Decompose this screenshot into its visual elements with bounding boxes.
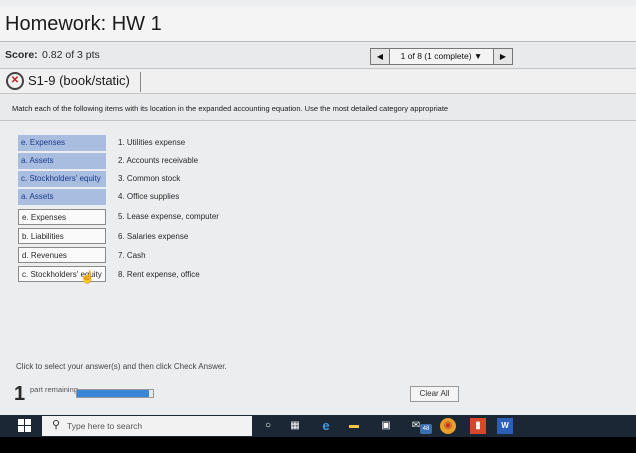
taskbar-search-placeholder: Type here to search — [67, 421, 143, 431]
question-id: S1-9 (book/static) — [28, 73, 130, 88]
file-explorer-grid-icon[interactable]: ▦ — [287, 418, 303, 434]
page-title: Homework: HW 1 — [5, 13, 162, 35]
parts-remaining-label: part remaining — [30, 385, 78, 394]
word-icon[interactable]: W — [497, 418, 513, 434]
store-icon[interactable]: ▣ — [378, 418, 394, 434]
answer-select-6[interactable]: b. Liabilities — [18, 228, 106, 244]
chrome-icon[interactable]: ◉ — [440, 418, 456, 434]
score-bar: Score: 0.82 of 3 pts — [0, 43, 636, 69]
question-progress-dropdown[interactable]: 1 of 8 (1 complete) ▼ — [390, 48, 493, 65]
answer-select-5[interactable]: e. Expenses — [18, 209, 106, 225]
parts-progress-bar — [76, 389, 154, 398]
parts-progress-fill — [77, 390, 150, 397]
answer-select-1[interactable]: e. Expenses — [18, 135, 106, 151]
item-label-2: 2. Accounts receivable — [118, 156, 199, 165]
item-label-5: 5. Lease expense, computer — [118, 212, 219, 221]
parts-remaining-count: 1 — [14, 383, 26, 405]
item-label-3: 3. Common stock — [118, 174, 181, 183]
mail-badge: 48 — [420, 424, 432, 434]
instruction-prompt: Click to select your answer(s) and then … — [16, 362, 227, 371]
incorrect-status-icon: ✕ — [6, 72, 24, 90]
windows-start-icon[interactable] — [18, 419, 31, 432]
item-label-6: 6. Salaries expense — [118, 232, 189, 241]
task-view-icon[interactable]: ○ — [260, 418, 276, 434]
answer-select-4[interactable]: a. Assets — [18, 189, 106, 205]
clear-all-button[interactable]: Clear All — [410, 386, 459, 402]
search-icon: ⚲ — [52, 419, 61, 431]
office-icon[interactable]: ▮ — [470, 418, 486, 434]
next-question-button[interactable]: ▶ — [493, 48, 513, 65]
previous-question-button[interactable]: ◀ — [370, 48, 390, 65]
instructions-text: Match each of the following items with i… — [12, 104, 449, 113]
hand-cursor-icon: ☝ — [80, 270, 95, 284]
item-label-1: 1. Utilities expense — [118, 138, 186, 147]
item-label-7: 7. Cash — [118, 251, 146, 260]
item-label-4: 4. Office supplies — [118, 192, 180, 201]
file-manager-icon[interactable]: ▬ — [346, 418, 362, 434]
edge-icon[interactable]: e — [318, 418, 334, 434]
item-label-8: 8. Rent expense, office — [118, 270, 200, 279]
answer-select-3[interactable]: c. Stockholders' equity — [18, 171, 106, 187]
divider — [140, 72, 141, 92]
score-value: 0.82 of 3 pts — [42, 49, 100, 61]
score-label: Score: — [5, 49, 38, 61]
title-bar: Homework: HW 1 — [0, 6, 636, 42]
answer-select-7[interactable]: d. Revenues — [18, 247, 106, 263]
answer-select-2[interactable]: a. Assets — [18, 153, 106, 169]
